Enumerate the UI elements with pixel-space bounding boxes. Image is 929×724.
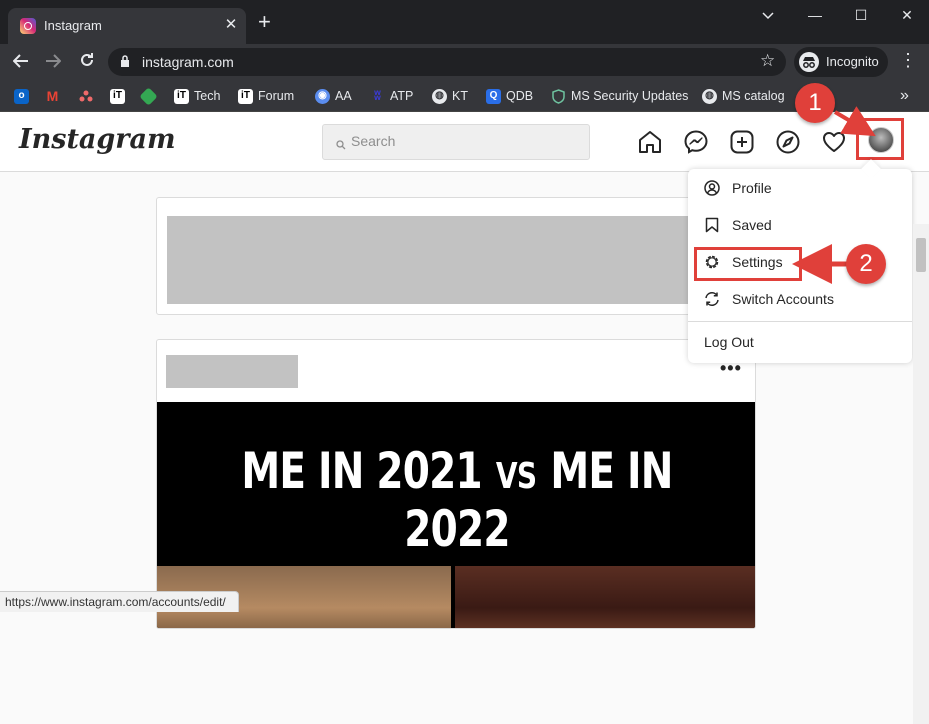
- step-1-badge: 1: [795, 83, 835, 123]
- itechtics-icon: iT: [110, 88, 125, 104]
- menu-item-label: Profile: [732, 179, 772, 196]
- menu-item-logout[interactable]: Log Out: [688, 322, 912, 362]
- search-input[interactable]: [351, 133, 581, 149]
- meme-caption: ME IN 2021 VS ME IN 2022: [223, 442, 691, 558]
- bookmark-label: Tech: [194, 89, 221, 103]
- incognito-label: Incognito: [826, 54, 879, 69]
- switch-icon: [705, 291, 719, 306]
- meme-photo-right: [455, 566, 755, 628]
- menu-item-label: Saved: [732, 216, 772, 233]
- bookmark-asana[interactable]: [78, 85, 93, 107]
- bookmark-label: ATP: [390, 89, 414, 103]
- bookmark-label: MS Security Updates: [571, 89, 689, 103]
- meme-left-text: ME IN 2021: [241, 442, 482, 500]
- reload-button[interactable]: [74, 49, 100, 75]
- bookmark-star-icon[interactable]: ☆: [760, 51, 775, 71]
- browser-tab-bar: Instagram ✕ + — ☐ ✕: [0, 0, 929, 44]
- maximize-button[interactable]: ☐: [838, 0, 884, 30]
- logout-label: Log Out: [704, 334, 754, 350]
- bookmark-label: QDB: [506, 89, 534, 103]
- profile-icon: [704, 179, 720, 196]
- bookmark-label: AA: [335, 89, 352, 103]
- bookmark-itechtics[interactable]: iT: [110, 85, 125, 107]
- menu-item-profile[interactable]: Profile: [688, 169, 912, 206]
- profile-highlight-box: [856, 118, 904, 160]
- search-icon: [336, 137, 346, 150]
- instagram-logo[interactable]: Instagram: [19, 124, 176, 155]
- globe-icon: ◍: [702, 88, 717, 104]
- tab-title: Instagram: [44, 18, 102, 33]
- messenger-icon[interactable]: [683, 129, 709, 155]
- stories-placeholder: [167, 216, 745, 304]
- forward-button[interactable]: [40, 49, 66, 75]
- bookmark-kt[interactable]: ◍ KT: [432, 85, 468, 107]
- instagram-page: Instagram •••: [0, 112, 929, 724]
- scrollbar-thumb[interactable]: [916, 238, 926, 272]
- bookmark-forum[interactable]: iT Forum: [238, 85, 294, 107]
- gmail-icon: M: [46, 88, 59, 104]
- bookmarks-bar: o M iT iT Tech iT Forum ◉ AA ʬ ATP ◍ KT Q QDB …: [0, 80, 929, 112]
- shield-icon: [551, 88, 566, 104]
- menu-item-label: Switch Accounts: [732, 290, 834, 307]
- bookmark-label: KT: [452, 89, 468, 103]
- address-bar[interactable]: instagram.com ☆: [108, 48, 786, 76]
- incognito-icon: [799, 52, 819, 72]
- bookmark-aa[interactable]: ◉ AA: [315, 85, 352, 107]
- feed-post: ••• ME IN 2021 VS ME IN 2022: [156, 339, 756, 629]
- outlook-icon: o: [14, 88, 29, 104]
- bookmark-gmail[interactable]: M: [45, 85, 60, 107]
- new-tab-button[interactable]: +: [258, 11, 271, 33]
- bookmark-tech[interactable]: iT Tech: [174, 85, 220, 107]
- post-author-placeholder: [166, 355, 298, 388]
- bookmark-qdb[interactable]: Q QDB: [486, 85, 533, 107]
- page-scrollbar[interactable]: [913, 224, 929, 724]
- meme-vs-text: VS: [495, 456, 537, 497]
- bookmark-atp[interactable]: ʬ ATP: [370, 85, 413, 107]
- status-bar-url: https://www.instagram.com/accounts/edit/: [0, 591, 239, 612]
- browser-toolbar: instagram.com ☆ Incognito ⋮: [0, 44, 929, 80]
- bookmarks-overflow-button[interactable]: »: [900, 85, 909, 107]
- browser-menu-icon[interactable]: ⋮: [898, 50, 918, 71]
- tab-search-icon[interactable]: [745, 0, 791, 30]
- new-post-icon[interactable]: [729, 129, 755, 155]
- back-button[interactable]: [8, 49, 34, 75]
- avatar[interactable]: [868, 127, 894, 153]
- explore-icon[interactable]: [775, 129, 801, 155]
- diamond-icon: [139, 86, 158, 106]
- bookmark-label: Forum: [258, 89, 295, 103]
- home-icon[interactable]: [637, 129, 663, 155]
- asana-icon: [78, 89, 93, 104]
- stories-tray: [156, 197, 756, 315]
- instagram-header: Instagram: [0, 112, 929, 172]
- menu-item-saved[interactable]: Saved: [688, 206, 912, 243]
- url-text[interactable]: instagram.com: [142, 54, 234, 70]
- bookmark-diamond[interactable]: [139, 85, 158, 107]
- instagram-favicon-icon: [20, 18, 36, 34]
- atp-icon: ʬ: [374, 88, 381, 103]
- globe-icon: ◍: [432, 88, 447, 104]
- bookmark-label: MS catalog: [722, 89, 785, 103]
- itechtics-icon: iT: [238, 88, 253, 104]
- step-2-badge: 2: [846, 244, 886, 284]
- eye-icon: ◉: [315, 88, 330, 104]
- lock-icon[interactable]: [120, 54, 130, 68]
- bookmark-ms-security-updates[interactable]: MS Security Updates: [551, 85, 688, 107]
- bookmark-icon: [705, 217, 719, 232]
- bookmark-outlook[interactable]: o: [14, 85, 29, 107]
- tab-close-icon[interactable]: ✕: [222, 15, 240, 33]
- close-window-button[interactable]: ✕: [884, 0, 929, 30]
- settings-highlight-box: [694, 247, 802, 281]
- bookmark-ms-catalog[interactable]: ◍ MS catalog: [702, 85, 785, 107]
- minimize-button[interactable]: —: [792, 0, 838, 30]
- menu-item-switch-accounts[interactable]: Switch Accounts: [688, 280, 912, 317]
- q-icon: Q: [486, 88, 501, 104]
- post-image[interactable]: ME IN 2021 VS ME IN 2022: [157, 402, 755, 628]
- activity-heart-icon[interactable]: [821, 129, 847, 155]
- itechtics-icon: iT: [174, 88, 189, 104]
- search-box[interactable]: [322, 124, 590, 160]
- tab-instagram[interactable]: Instagram ✕: [8, 8, 246, 44]
- incognito-indicator[interactable]: Incognito: [794, 47, 888, 77]
